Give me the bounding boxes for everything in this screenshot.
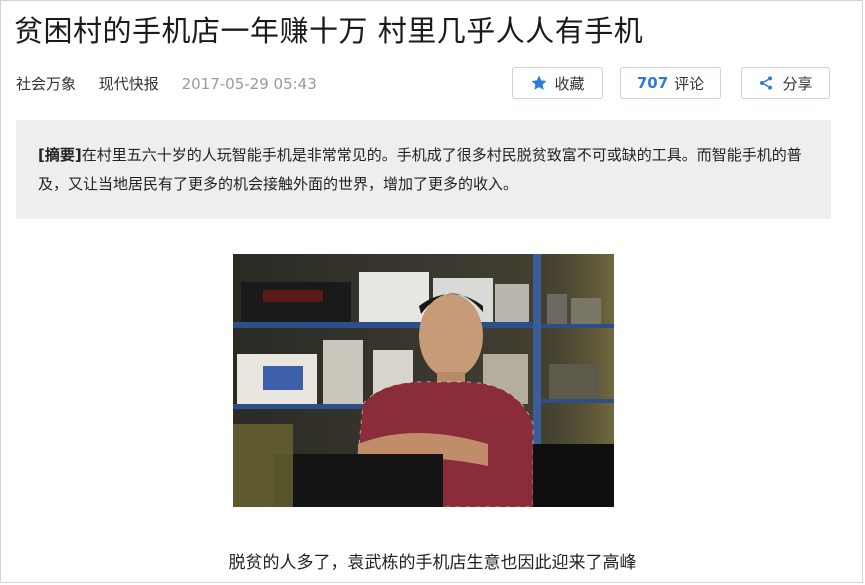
summary-text: 在村里五六十岁的人玩智能手机是非常常见的。手机成了很多村民脱贫致富不可或缺的工具…	[38, 146, 802, 193]
publish-time: 2017-05-29 05:43	[181, 75, 317, 93]
summary-tag: [摘要]	[38, 146, 82, 164]
favorite-button[interactable]: 收藏	[512, 67, 603, 99]
article-meta: 社会万象 现代快报 2017-05-29 05:43	[16, 73, 317, 94]
category-link[interactable]: 社会万象	[16, 75, 76, 93]
star-icon	[531, 75, 547, 90]
comment-count: 707	[636, 74, 669, 92]
photo-illustration	[233, 254, 614, 507]
favorite-label: 收藏	[554, 74, 585, 93]
share-button[interactable]: 分享	[741, 67, 830, 99]
summary-box: [摘要]在村里五六十岁的人玩智能手机是非常常见的。手机成了很多村民脱贫致富不可或…	[16, 120, 831, 219]
photo-caption: 脱贫的人多了，袁武栋的手机店生意也因此迎来了高峰	[228, 553, 637, 573]
comment-label: 评论	[674, 74, 705, 93]
article-photo	[233, 254, 614, 507]
share-icon	[760, 76, 773, 90]
source-link[interactable]: 现代快报	[99, 75, 159, 93]
comment-button[interactable]: 707 评论	[620, 67, 721, 99]
share-label: 分享	[782, 74, 813, 93]
article-title: 贫困村的手机店一年赚十万 村里几乎人人有手机	[14, 14, 644, 48]
